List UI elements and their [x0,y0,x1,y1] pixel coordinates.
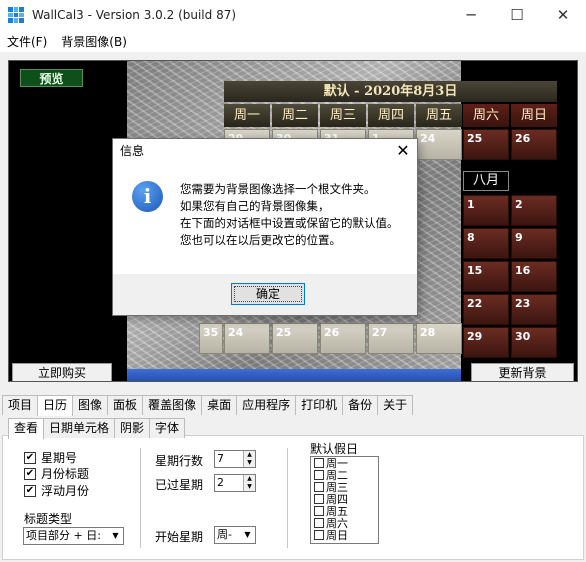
day-cell: 25 [272,323,318,354]
tab-desktop[interactable]: 桌面 [201,395,238,415]
day-cell: 2 [511,195,557,226]
message-line: 如果您有自己的背景图像集， [180,199,330,213]
app-icon [8,7,24,23]
subtab-font[interactable]: 字体 [149,418,186,438]
day-cell: 27 [368,323,414,354]
week-rows-label: 星期行数 [155,454,204,468]
subtab-view[interactable]: 查看 [8,418,45,439]
day-cell: 30 [511,327,557,358]
divider [287,448,288,548]
dialog-title-bar: 信息 ✕ [113,139,417,163]
weekday-header: 周日 [511,104,557,127]
message-line: 在下面的对话框中设置或保留它的默认值。 [180,216,399,230]
info-dialog: 信息 ✕ i 您需要为背景图像选择一个根文件夹。 如果您有自己的背景图像集， 在… [112,138,418,316]
dialog-title: 信息 [120,144,145,158]
message-line: 您需要为背景图像选择一个根文件夹。 [180,182,376,196]
tab-backup[interactable]: 备份 [342,395,379,415]
main-tabs: 项目 日历 图像 面板 覆盖图像 桌面 应用程序 打印机 备份 关于 [2,395,414,416]
checkbox-unchecked[interactable] [314,482,324,492]
menu-bar: 文件(F) 背景图像(B) [0,30,586,52]
day-cell: 26 [511,129,557,160]
spinner-arrows-icon[interactable]: ▲ ▼ [243,475,255,491]
tab-calendar[interactable]: 日历 [37,395,74,416]
checkbox-unchecked[interactable] [314,518,324,528]
checkbox-unchecked[interactable] [314,494,324,504]
taskbar-preview [127,369,461,381]
start-week-select[interactable]: 周- ▼ [214,526,256,544]
weekday-header: 周一 [224,104,270,127]
day-cell: 26 [320,323,366,354]
day-cell: 29 [463,327,509,358]
window-title: WallCal3 - Version 3.0.2 (build 87) [32,8,237,22]
divider [140,448,141,548]
tab-about[interactable]: 关于 [377,395,414,415]
weekday-header: 周四 [368,104,414,127]
info-icon: i [132,181,163,212]
weekday-header: 周六 [463,104,509,127]
dialog-footer: 确定 [113,274,417,315]
checkbox-unchecked[interactable] [314,530,324,540]
tab-printer[interactable]: 打印机 [295,395,344,415]
checkbox-checked[interactable]: ✔ [24,484,36,497]
day-cell: 24 [416,129,462,160]
past-weeks-spinner[interactable]: 2 ▲ ▼ [214,474,256,492]
day-cell: 25 [463,129,509,160]
chevron-down-icon[interactable]: ▼ [108,528,123,544]
calendar-title: 默认 - 2020年8月3日 [224,81,557,102]
month-label: 八月 [463,171,509,191]
tab-applications[interactable]: 应用程序 [236,395,297,415]
subtab-shadow[interactable]: 阴影 [114,418,151,438]
month-title-checkbox[interactable]: ✔ 月份标题 [24,465,89,482]
title-type-select[interactable]: 项目部分 + 日: ▼ [23,527,124,545]
ok-button[interactable]: 确定 [231,283,305,305]
checkbox-checked[interactable]: ✔ [24,467,36,480]
weekday-header: 周三 [320,104,366,127]
week-rows-spinner[interactable]: 7 ▲ ▼ [214,450,256,468]
weekday-checkbox[interactable]: ✔ 星期号 [24,449,77,466]
preview-label[interactable]: 预览 [20,69,83,87]
buy-now-button[interactable]: 立即购买 [12,363,112,381]
weekday-header: 周二 [272,104,318,127]
close-icon[interactable]: ✕ [540,0,586,30]
tab-panel[interactable]: 面板 [107,395,144,415]
checkbox-unchecked[interactable] [314,506,324,516]
holiday-item[interactable]: 周日 [311,529,378,542]
dialog-message: 您需要为背景图像选择一个根文件夹。 如果您有自己的背景图像集， 在下面的对话框中… [180,181,399,249]
menu-file[interactable]: 文件(F) [0,33,54,50]
menu-background[interactable]: 背景图像(B) [54,33,134,50]
day-cell: 16 [511,261,557,292]
title-bar: WallCal3 - Version 3.0.2 (build 87) ─ ☐ … [0,0,586,30]
day-cell: 24 [224,323,270,354]
day-cell: 23 [511,294,557,325]
title-type-label: 标题类型 [24,512,73,526]
minimize-icon[interactable]: ─ [448,0,494,30]
subtab-date-cell[interactable]: 日期单元格 [43,418,116,438]
day-cell: 22 [463,294,509,325]
chevron-down-icon[interactable]: ▼ [240,527,255,543]
update-background-button[interactable]: 更新背景 [471,363,574,381]
day-cell: 15 [463,261,509,292]
day-cell: 9 [511,228,557,259]
weekday-header: 周五 [416,104,462,127]
holidays-list[interactable]: 周一 周二 周三 周四 周五 周六 周日 [310,456,379,544]
day-cell: 35 [199,323,223,354]
tab-overlay-image[interactable]: 覆盖图像 [142,395,203,415]
checkbox-unchecked[interactable] [314,470,324,480]
spinner-arrows-icon[interactable]: ▲ ▼ [243,451,255,467]
start-week-label: 开始星期 [155,530,204,544]
maximize-icon[interactable]: ☐ [494,0,540,30]
day-cell: 1 [463,195,509,226]
floating-month-checkbox[interactable]: ✔ 浮动月份 [24,482,89,499]
tab-project[interactable]: 项目 [2,395,39,415]
dialog-close-icon[interactable]: ✕ [395,139,411,163]
tab-image[interactable]: 图像 [72,395,109,415]
checkbox-checked[interactable]: ✔ [24,451,36,464]
day-cell: 28 [416,323,462,354]
checkbox-unchecked[interactable] [314,458,324,468]
sub-tabs: 查看 日期单元格 阴影 字体 [8,418,186,439]
day-cell: 8 [463,228,509,259]
message-line: 您也可以在以后更改它的位置。 [180,233,341,247]
past-weeks-label: 已过星期 [155,478,204,492]
